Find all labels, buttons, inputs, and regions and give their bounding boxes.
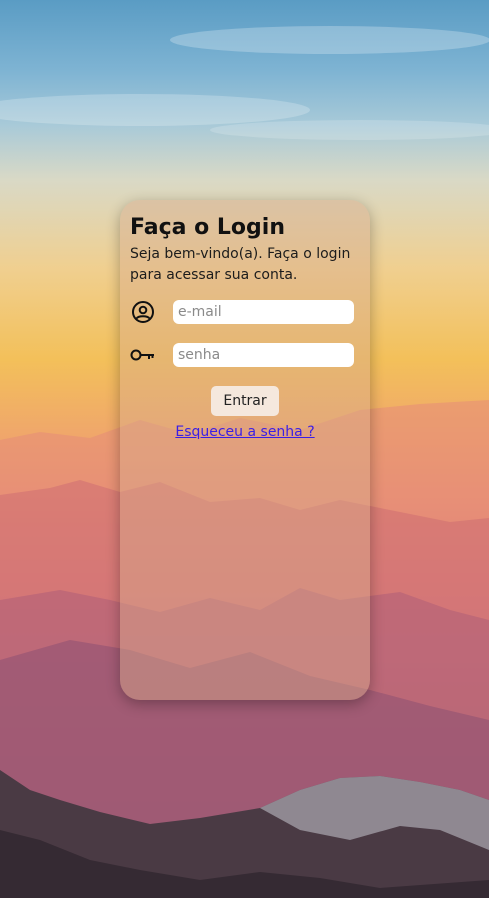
login-subtitle: Seja bem-vindo(a). Faça o login para ace… xyxy=(130,246,351,283)
key-icon xyxy=(130,342,156,368)
user-circle-icon xyxy=(130,299,156,325)
submit-button[interactable]: Entrar xyxy=(211,386,279,416)
forgot-password-link[interactable]: Esqueceu a senha ? xyxy=(130,424,360,440)
login-title: Faça o Login xyxy=(130,215,285,240)
password-input[interactable] xyxy=(173,343,354,367)
email-row xyxy=(130,296,360,328)
password-row xyxy=(130,339,360,371)
login-card: Faça o Login Seja bem-vindo(a). Faça o l… xyxy=(120,200,370,700)
submit-wrap: Entrar xyxy=(130,386,360,416)
email-input[interactable] xyxy=(173,300,354,324)
